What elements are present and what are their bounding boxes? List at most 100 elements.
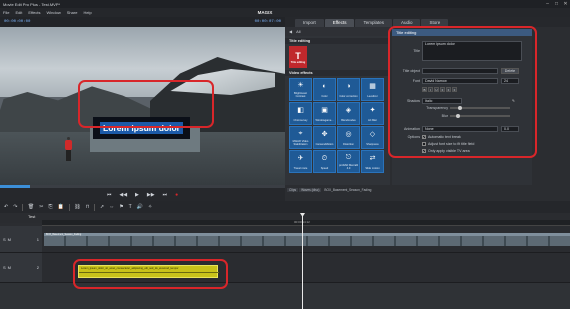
skip-end-button[interactable]: ⏭ (163, 192, 168, 198)
video-clip[interactable] (44, 236, 570, 246)
effect-label: Windowgame... (315, 119, 334, 123)
mute-button[interactable]: M (8, 265, 11, 270)
file-tab-basement[interactable]: BOX_Basement_Season_Fading (322, 188, 373, 192)
magix-logo: MAGIX (257, 10, 273, 15)
magnet-icon[interactable]: ⊓ (86, 204, 90, 210)
effect-tile[interactable]: ◈ Blendmodes (337, 102, 360, 125)
edit-toolbar: ↶ ↷ 🗑 ✂ ⎘ 📋 ⛓ ⊓ ➚ ⇔ ⚑ T 🔊 ✧ (0, 201, 570, 213)
track-head-1: S M 1 (0, 226, 42, 253)
effect-label: Brightness/ Contrast (294, 92, 307, 99)
section-title-editing: Title editing (285, 38, 390, 44)
effect-tile[interactable]: ⎋ proDAD Mercalli 4.0 (337, 150, 360, 173)
file-tab-waves[interactable]: Waves (disc) (299, 187, 322, 192)
skip-start-button[interactable]: ⏮ (107, 192, 112, 198)
effect-tile[interactable]: ▣ Windowgame... (313, 102, 336, 125)
effect-label: Color (321, 95, 328, 99)
effect-icon: ◧ (297, 107, 304, 115)
category-select[interactable]: All (296, 29, 300, 34)
timecode-duration: 00:00:07:00 (254, 20, 281, 24)
effect-icon: ✥ (321, 131, 328, 139)
pointer-icon[interactable]: ➚ (100, 204, 104, 210)
effect-icon: ▣ (321, 107, 328, 115)
undo-icon[interactable]: ↶ (4, 204, 8, 210)
effect-label: Levelizer (367, 95, 378, 99)
tab-effects[interactable]: Effects (324, 19, 355, 27)
cut-icon[interactable]: ✂ (39, 204, 43, 210)
effects-grid: ☀ Brightness/ Contrast ◐ Color ◑ Color correc… (289, 78, 385, 173)
effect-icon: ◑ (346, 83, 351, 91)
menu-share[interactable]: Share (67, 10, 78, 15)
effect-tile[interactable]: ✦ Art filter (361, 102, 384, 125)
project-tab[interactable]: Test (28, 214, 35, 219)
menu-file[interactable]: File (3, 10, 9, 15)
menu-help[interactable]: Help (83, 10, 91, 15)
title-tile-label: Title editing (290, 60, 306, 64)
effect-tile[interactable]: ☀ Brightness/ Contrast (289, 78, 312, 101)
menu-window[interactable]: Window (47, 10, 61, 15)
range-icon[interactable]: ⇔ (109, 204, 114, 210)
delete-icon[interactable]: 🗑 (28, 204, 34, 210)
effect-label: MAGIX Video Stabilization (292, 140, 309, 147)
effect-tile[interactable]: ✥ Camera/Motion (313, 126, 336, 149)
effect-tile[interactable]: ◐ Color (313, 78, 336, 101)
track-number: 1 (36, 236, 39, 242)
effect-icon: ⇄ (369, 155, 376, 163)
maximize-button[interactable]: □ (552, 0, 561, 8)
marker-icon[interactable]: ⚑ (119, 204, 123, 210)
menu-edit[interactable]: Edit (15, 10, 22, 15)
playhead[interactable] (300, 213, 305, 309)
minimize-button[interactable]: – (543, 0, 552, 8)
redo-icon[interactable]: ↷ (13, 204, 17, 210)
back-icon[interactable]: ◀ (289, 29, 292, 34)
tab-templates[interactable]: Templates (355, 19, 392, 27)
effect-label: Camera/Motion (315, 143, 334, 147)
video-preview[interactable]: Lorem ipsum dolor (0, 27, 285, 185)
effect-tile[interactable]: ✈ Travel route (289, 150, 312, 173)
timecode-position[interactable]: 00:00:00:00 (4, 20, 30, 24)
record-button[interactable]: ● (175, 192, 178, 198)
play-button[interactable]: ▶ (135, 192, 139, 198)
effect-label: Color correction (339, 95, 358, 99)
effect-label: Distortion (343, 143, 354, 147)
effect-icon: ✦ (369, 107, 376, 115)
effect-label: Sharpness (366, 143, 379, 147)
effect-icon: ⏲ (321, 155, 328, 163)
copy-icon[interactable]: ⎘ (48, 204, 52, 210)
fast-forward-button[interactable]: ▶▶ (147, 192, 155, 198)
effect-icon: ◐ (322, 83, 327, 91)
menu-effects[interactable]: Effects (28, 10, 40, 15)
transport-controls: ⏮ ◀◀ ▶ ▶▶ ⏭ ● (0, 188, 285, 201)
track-head-2: S M 2 (0, 253, 42, 283)
effect-tile[interactable]: ▦ Levelizer (361, 78, 384, 101)
tab-import[interactable]: Import (295, 19, 324, 27)
effects-panel: Title editing T Title editing Video effe… (285, 36, 390, 185)
menu-bar: File Edit Effects Window Share Help MAGI… (0, 8, 570, 17)
file-tabs: Clips Waves (disc) BOX_Basement_Season_F… (285, 187, 485, 192)
window-title: Movie Edit Pro Plus - Test.MVP* (3, 1, 61, 7)
file-tab-clips[interactable]: Clips (287, 187, 299, 192)
toolbar-divider (22, 203, 23, 211)
fx-icon[interactable]: ✧ (148, 204, 152, 210)
rewind-button[interactable]: ◀◀ (119, 192, 127, 198)
effect-tile[interactable]: ◑ Color correction (337, 78, 360, 101)
solo-button[interactable]: S (3, 265, 6, 270)
effect-tile[interactable]: ◧ Chroma key (289, 102, 312, 125)
effect-tile[interactable]: ◎ Distortion (337, 126, 360, 149)
effect-label: Art filter (368, 119, 377, 123)
close-button[interactable]: ✕ (561, 0, 570, 8)
highlight-ring-title (78, 80, 214, 128)
effect-tile[interactable]: ⇄ Slide motion (361, 150, 384, 173)
solo-button[interactable]: S (3, 237, 6, 242)
effect-tile[interactable]: ⌖ MAGIX Video Stabilization (289, 126, 312, 149)
volume-icon[interactable]: 🔊 (137, 204, 143, 210)
effect-icon: ◈ (345, 107, 352, 115)
text-icon[interactable]: T (129, 204, 132, 210)
effect-tile[interactable]: ⏲ Speed (313, 150, 336, 173)
title-editing-tile[interactable]: T Title editing (289, 46, 307, 68)
highlight-ring-properties (388, 26, 537, 158)
paste-icon[interactable]: 📋 (57, 204, 63, 210)
link-icon[interactable]: ⛓ (74, 204, 80, 210)
effect-label: Chroma key (293, 119, 308, 123)
mute-button[interactable]: M (8, 237, 11, 242)
effect-tile[interactable]: ◇ Sharpness (361, 126, 384, 149)
